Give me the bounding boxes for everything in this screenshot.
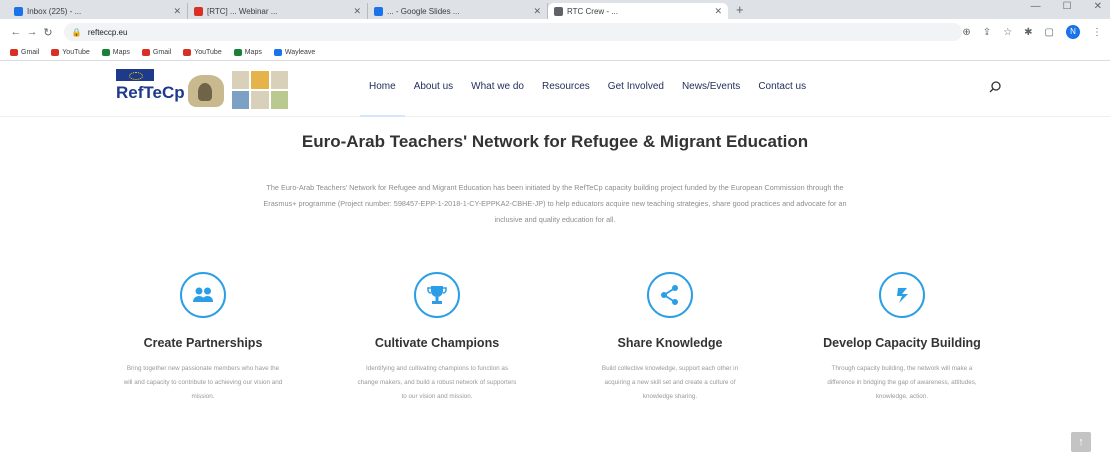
youtube-icon bbox=[51, 49, 60, 56]
feature-title: Create Partnerships bbox=[143, 336, 263, 350]
tab-favicon-icon bbox=[554, 6, 563, 16]
maps-icon bbox=[233, 49, 242, 56]
nav-item-resources[interactable]: Resources bbox=[533, 61, 599, 117]
feature-text: Build collective knowledge, support each… bbox=[601, 365, 739, 400]
gmail-icon bbox=[10, 49, 18, 56]
window-controls: — ☐ ✕ bbox=[1031, 1, 1102, 12]
bookmark-star-icon[interactable]: ☆ bbox=[1003, 27, 1012, 38]
close-tab-icon[interactable]: ✕ bbox=[533, 6, 541, 17]
scroll-to-top-button[interactable]: ↑ bbox=[1071, 432, 1091, 452]
people-icon bbox=[180, 272, 226, 318]
profile-avatar[interactable]: N bbox=[1066, 25, 1080, 39]
tab-favicon-icon bbox=[14, 6, 23, 16]
eu-flag-icon bbox=[116, 69, 154, 81]
close-tab-icon[interactable]: ✕ bbox=[353, 6, 361, 17]
feature-text: Identifying and cultivating champions to… bbox=[357, 365, 517, 400]
close-window-icon[interactable]: ✕ bbox=[1094, 1, 1102, 12]
extensions-icon[interactable]: ✱ bbox=[1024, 27, 1032, 38]
bookmark-item[interactable]: YouTube bbox=[183, 49, 222, 56]
capacity-icon bbox=[879, 272, 925, 318]
bookmark-label: YouTube bbox=[194, 49, 222, 56]
bookmark-label: Gmail bbox=[21, 49, 40, 56]
browser-tab[interactable]: ... - Google Slides ... ✕ bbox=[368, 3, 548, 19]
feature-text: Bring together new passionate members wh… bbox=[123, 365, 283, 400]
bookmark-item[interactable]: YouTube bbox=[51, 49, 90, 56]
emblem-icon bbox=[188, 75, 224, 107]
tab-title: RTC Crew - ... bbox=[567, 6, 618, 16]
feature-title: Develop Capacity Building bbox=[823, 336, 981, 350]
new-tab-button[interactable]: + bbox=[736, 3, 744, 19]
tab-favicon-icon bbox=[194, 6, 203, 16]
back-icon[interactable]: ← bbox=[8, 26, 24, 38]
translate-icon[interactable]: ⊕ bbox=[962, 27, 970, 38]
nav-item-what-we-do[interactable]: What we do bbox=[462, 61, 533, 117]
bookmark-label: Maps bbox=[244, 49, 262, 56]
bookmark-item[interactable]: Maps bbox=[101, 49, 130, 56]
maps-icon bbox=[101, 49, 110, 56]
close-tab-icon[interactable]: ✕ bbox=[173, 6, 181, 17]
bookmark-favicon-icon bbox=[273, 49, 282, 56]
logo-collage-image bbox=[232, 71, 288, 109]
feature-card: Share Knowledge Build collective knowled… bbox=[570, 272, 770, 404]
toolbar-icons: ⊕ ⇪ ☆ ✱ ▢ N ⋮ bbox=[962, 25, 1102, 39]
browser-tab-bar: Inbox (225) - ... ✕ [RTC] ... Webinar ..… bbox=[0, 0, 1110, 19]
nav-item-about[interactable]: About us bbox=[405, 61, 462, 117]
share-icon bbox=[647, 272, 693, 318]
browser-tab[interactable]: Inbox (225) - ... ✕ bbox=[8, 3, 188, 19]
trophy-icon bbox=[414, 272, 460, 318]
nav-item-contact[interactable]: Contact us bbox=[749, 61, 815, 117]
feature-card: Cultivate Champions Identifying and cult… bbox=[337, 272, 537, 404]
tab-favicon-icon bbox=[374, 6, 383, 16]
feature-card: Develop Capacity Building Through capaci… bbox=[802, 272, 1002, 404]
bookmark-item[interactable]: Gmail bbox=[10, 49, 39, 56]
browser-tab-active[interactable]: RTC Crew - ... ✕ bbox=[548, 3, 728, 19]
nav-item-news-events[interactable]: News/Events bbox=[673, 61, 749, 117]
search-icon[interactable] bbox=[988, 80, 1002, 94]
maximize-icon[interactable]: ☐ bbox=[1063, 1, 1072, 12]
url-text: refteccp.eu bbox=[87, 27, 128, 37]
brand-name: RefTeCp bbox=[116, 83, 185, 102]
browser-toolbar: ← → ↻ 🔒 refteccp.eu ⊕ ⇪ ☆ ✱ ▢ N ⋮ bbox=[0, 19, 1110, 45]
site-header: RefTeCp Home About us What we do Resourc… bbox=[0, 61, 1110, 117]
gmail-icon bbox=[141, 49, 150, 56]
bookmark-label: YouTube bbox=[62, 49, 90, 56]
reload-icon[interactable]: ↻ bbox=[40, 26, 56, 39]
tab-title: [RTC] ... Webinar ... bbox=[207, 6, 278, 16]
bookmark-item[interactable]: Gmail bbox=[141, 49, 172, 56]
tab-title: ... - Google Slides ... bbox=[387, 6, 460, 16]
feature-title: Cultivate Champions bbox=[374, 336, 500, 350]
bookmark-item[interactable]: Wayleave bbox=[273, 49, 316, 56]
share-page-icon[interactable]: ⇪ bbox=[983, 27, 991, 38]
forward-icon[interactable]: → bbox=[24, 26, 40, 38]
youtube-icon bbox=[183, 49, 192, 56]
bookmarks-bar: Gmail YouTube Maps Gmail YouTube Maps Wa… bbox=[0, 45, 1110, 61]
close-tab-icon[interactable]: ✕ bbox=[714, 6, 722, 17]
feature-card: Create Partnerships Bring together new p… bbox=[103, 272, 303, 404]
bookmark-label: Maps bbox=[112, 49, 130, 56]
main-nav: Home About us What we do Resources Get I… bbox=[360, 61, 815, 117]
page-title: Euro-Arab Teachers' Network for Refugee … bbox=[301, 132, 809, 151]
browser-tab[interactable]: [RTC] ... Webinar ... ✕ bbox=[188, 3, 368, 19]
address-bar[interactable]: 🔒 refteccp.eu bbox=[63, 23, 963, 41]
bookmark-item[interactable]: Maps bbox=[233, 49, 262, 56]
nav-item-home[interactable]: Home bbox=[360, 61, 405, 117]
bookmark-label: Wayleave bbox=[284, 49, 316, 56]
intro-text: The Euro-Arab Teachers' Network for Refu… bbox=[263, 183, 847, 224]
site-logo[interactable]: RefTeCp bbox=[116, 69, 294, 111]
tab-title: Inbox (225) - ... bbox=[27, 6, 82, 16]
sidepanel-icon[interactable]: ▢ bbox=[1045, 27, 1054, 38]
feature-text: Through capacity building, the network w… bbox=[827, 365, 977, 400]
minimize-icon[interactable]: — bbox=[1031, 1, 1041, 12]
feature-title: Share Knowledge bbox=[617, 336, 723, 350]
menu-icon[interactable]: ⋮ bbox=[1092, 27, 1102, 38]
bookmark-label: Gmail bbox=[152, 49, 172, 56]
nav-item-get-involved[interactable]: Get Involved bbox=[599, 61, 673, 117]
lock-icon: 🔒 bbox=[71, 27, 82, 37]
